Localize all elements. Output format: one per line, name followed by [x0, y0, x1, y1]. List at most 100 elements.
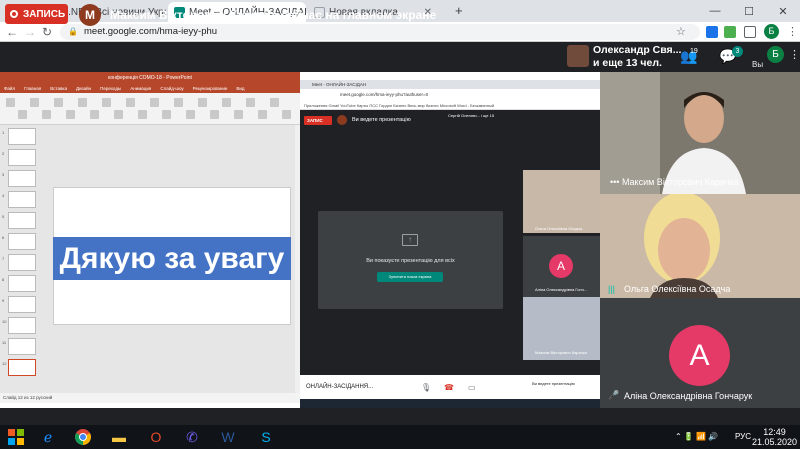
slide-number: 1 — [2, 130, 5, 135]
word-icon[interactable]: W — [218, 428, 238, 446]
slide-number: 8 — [2, 277, 5, 282]
new-tab-button[interactable]: + — [455, 3, 463, 18]
maximize-icon[interactable]: ☐ — [732, 0, 766, 22]
skype-icon[interactable]: S — [256, 428, 276, 446]
ribbon-button-icon[interactable] — [282, 110, 291, 119]
more-options-icon[interactable]: ⋮ — [789, 48, 800, 61]
ribbon-button-icon[interactable] — [270, 98, 279, 107]
slide-thumbnail[interactable] — [8, 149, 36, 166]
tray-icons[interactable]: ⌃ 🔋 📶 🔊 — [675, 432, 718, 441]
ribbon-button-icon[interactable] — [78, 98, 87, 107]
nested-tile-name: Максим Вікторович Карячка — [535, 350, 587, 355]
participant-tile-maksym[interactable] — [600, 72, 800, 194]
profile-avatar[interactable]: Б — [764, 24, 779, 39]
participants-count: 19 — [690, 48, 698, 55]
presenter-avatar: M — [79, 4, 101, 26]
ribbon-button-icon[interactable] — [66, 110, 75, 119]
slide-number: 9 — [2, 298, 5, 303]
ribbon-button-icon[interactable] — [126, 98, 135, 107]
cast-icon[interactable] — [744, 26, 756, 38]
participant-name: Ольга Олексіївна Осадча — [624, 284, 731, 294]
slide-band: Дякую за увагу — [53, 237, 291, 280]
slide-thumbnail[interactable] — [8, 212, 36, 229]
ppt-menu-item[interactable]: Анимация — [130, 86, 151, 91]
slide-thumbnail[interactable] — [8, 296, 36, 313]
self-avatar[interactable]: Б — [767, 46, 784, 63]
nested-hangup-icon: ☎ — [444, 383, 454, 392]
ribbon-button-icon[interactable] — [246, 98, 255, 107]
nested-presenting: Ви ведете презентацію — [352, 117, 411, 123]
extension-icon[interactable] — [706, 26, 718, 38]
close-window-icon[interactable]: ✕ — [766, 0, 800, 22]
slide-thumbnail[interactable] — [8, 317, 36, 334]
ribbon-button-icon[interactable] — [54, 98, 63, 107]
ribbon-button-icon[interactable] — [162, 110, 171, 119]
clock-time: 12:49 — [763, 427, 786, 437]
slide-thumbnail[interactable] — [8, 359, 36, 376]
chrome-icon[interactable] — [73, 428, 93, 446]
ribbon-button-icon[interactable] — [174, 98, 183, 107]
ppt-menu-item[interactable]: Рецензирование — [193, 86, 228, 91]
ribbon-button-icon[interactable] — [6, 98, 15, 107]
windows-start-icon[interactable] — [8, 429, 24, 445]
slide-thumbnail[interactable] — [8, 191, 36, 208]
ribbon-button-icon[interactable] — [222, 98, 231, 107]
ribbon-button-icon[interactable] — [90, 110, 99, 119]
nested-tile — [523, 170, 600, 233]
ppt-menu-item[interactable]: Переходы — [100, 86, 121, 91]
address-bar[interactable]: meet.google.com/hma-ieyy-phu — [60, 24, 700, 40]
ppt-menu-item[interactable]: Файл — [4, 86, 15, 91]
ribbon-button-icon[interactable] — [186, 110, 195, 119]
ppt-menu-item[interactable]: Дизайн — [76, 86, 91, 91]
slide-thumbnail[interactable] — [8, 170, 36, 187]
ribbon-button-icon[interactable] — [18, 110, 27, 119]
nested-avatar — [337, 115, 347, 125]
slide-number: 6 — [2, 235, 5, 240]
language-indicator[interactable]: РУС — [735, 432, 751, 441]
lock-icon[interactable]: 🔒 — [68, 27, 78, 36]
minimize-icon[interactable]: — — [698, 0, 732, 22]
participant-tile-olha[interactable] — [600, 192, 800, 298]
nested-record-badge: ЗАПИС — [304, 116, 332, 125]
slide-thumbnail[interactable] — [8, 338, 36, 355]
recording-badge: ЗАПИСЬ — [5, 4, 68, 24]
present-screen-icon: ↑ — [402, 234, 418, 246]
ribbon-button-icon[interactable] — [210, 110, 219, 119]
ppt-title-bar: конференція СОМО-18 - PowerPoint — [0, 72, 300, 84]
ie-icon[interactable]: ℯ — [38, 428, 58, 446]
slide-thumbnail[interactable] — [8, 233, 36, 250]
ribbon-button-icon[interactable] — [138, 110, 147, 119]
extension-icon[interactable] — [724, 26, 736, 38]
ppt-menu-item[interactable]: Слайд-шоу — [160, 86, 183, 91]
ppt-menu-item[interactable]: Главная — [24, 86, 41, 91]
ribbon-button-icon[interactable] — [30, 98, 39, 107]
ppt-menu-item[interactable]: Вставка — [50, 86, 67, 91]
ribbon-button-icon[interactable] — [198, 98, 207, 107]
slide-text: Дякую за увагу — [59, 241, 285, 275]
clock[interactable]: 12:49 21.05.2020 — [752, 427, 797, 447]
ribbon-button-icon[interactable] — [234, 110, 243, 119]
opera-icon[interactable]: O — [146, 428, 166, 446]
forward-icon[interactable]: → — [24, 25, 36, 39]
host-info: Олександр Свя... и еще 13 чел. — [593, 44, 681, 70]
slide-thumbnail[interactable] — [8, 254, 36, 271]
ribbon-button-icon[interactable] — [114, 110, 123, 119]
participant-avatar: A — [669, 325, 730, 386]
ribbon-button-icon[interactable] — [150, 98, 159, 107]
ppt-menu-item[interactable]: Вид — [236, 86, 244, 91]
chat-count-badge: 3 — [732, 46, 743, 57]
ribbon-button-icon[interactable] — [258, 110, 267, 119]
ribbon-button-icon[interactable] — [42, 110, 51, 119]
slide-thumbnail[interactable] — [8, 128, 36, 145]
viber-icon[interactable]: ✆ — [182, 428, 202, 446]
record-icon — [10, 10, 18, 18]
ribbon-button-icon[interactable] — [102, 98, 111, 107]
star-icon[interactable]: ☆ — [676, 25, 686, 38]
back-icon[interactable]: ← — [6, 25, 18, 39]
explorer-icon[interactable]: ▬ — [109, 428, 129, 446]
reload-icon[interactable]: ↻ — [42, 25, 52, 39]
menu-dots-icon[interactable]: ⋮ — [787, 25, 798, 38]
slide-thumbnail[interactable] — [8, 275, 36, 292]
slide-number: 4 — [2, 193, 5, 198]
slide-number: 7 — [2, 256, 5, 261]
